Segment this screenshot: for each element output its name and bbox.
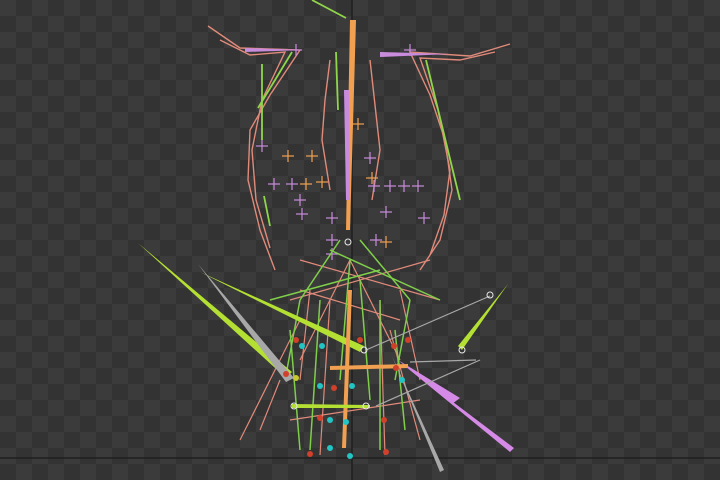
joint-dot-icon[interactable] [327, 417, 333, 423]
green-bone[interactable] [335, 51, 339, 111]
body-bone[interactable] [299, 289, 311, 381]
green-bone[interactable] [311, 0, 347, 19]
lime-bone-hip[interactable] [292, 404, 370, 408]
joint-dot-icon[interactable] [319, 343, 325, 349]
joint-dot-icon[interactable] [405, 337, 411, 343]
crosshair-icon[interactable] [398, 180, 410, 192]
head-bone-crown[interactable] [321, 59, 331, 191]
joint-dot-icon[interactable] [299, 343, 305, 349]
joint-dot-icon[interactable] [347, 453, 353, 459]
crosshair-icon[interactable] [268, 178, 280, 190]
limb-bone[interactable] [269, 269, 381, 301]
limb-bone[interactable] [289, 329, 301, 451]
crosshair-icon[interactable] [326, 234, 338, 246]
joint-dot-icon[interactable] [327, 445, 333, 451]
joint-dot-icon[interactable] [317, 383, 323, 389]
crosshair-icon[interactable] [290, 44, 302, 56]
green-bone[interactable] [257, 51, 293, 109]
joint-dot-icon[interactable] [383, 449, 389, 455]
grey-bone-horizontal[interactable] [409, 359, 477, 363]
joint-dot-icon[interactable] [381, 417, 387, 423]
joint-dot-icon[interactable] [399, 377, 405, 383]
crosshair-icon[interactable] [370, 234, 382, 246]
body-bone[interactable] [319, 299, 331, 456]
crosshair-icon[interactable] [384, 180, 396, 192]
joint-dot-icon[interactable] [307, 451, 313, 457]
animation-viewport[interactable] [0, 0, 720, 480]
grey-bone-arm[interactable] [365, 295, 491, 351]
joint-dot-icon[interactable] [293, 337, 299, 343]
crosshair-icon[interactable] [380, 206, 392, 218]
green-bone[interactable] [263, 195, 271, 227]
joint-dot-icon[interactable] [283, 371, 289, 377]
violet-bones[interactable] [245, 20, 450, 230]
joint-dot-icon[interactable] [293, 375, 299, 381]
crosshair-icon[interactable] [306, 150, 318, 162]
crosshair-icon[interactable] [296, 208, 308, 220]
green-bone[interactable] [425, 59, 461, 201]
body-bone[interactable] [259, 379, 281, 431]
crosshair-icon[interactable] [352, 118, 364, 130]
head-bone-right-top[interactable] [408, 43, 511, 271]
rig-canvas[interactable] [0, 0, 720, 480]
crosshair-icon[interactable] [300, 178, 312, 190]
joint-dot-icon[interactable] [357, 337, 363, 343]
joint-dot-icon[interactable] [486, 291, 494, 299]
head-bones[interactable] [207, 25, 511, 271]
limb-bone[interactable] [359, 239, 411, 301]
crosshair-icon[interactable] [256, 140, 268, 152]
joint-dot-icon[interactable] [344, 238, 352, 246]
crosshair-icon[interactable] [368, 180, 380, 192]
crosshair-icon[interactable] [412, 180, 424, 192]
joint-dot-icon[interactable] [393, 365, 399, 371]
joint-dot-icon[interactable] [349, 383, 355, 389]
joint-dot-icon[interactable] [331, 385, 337, 391]
head-green-bones[interactable] [257, 0, 461, 227]
joint-dot-icon[interactable] [343, 419, 349, 425]
grey-bone-left[interactable] [198, 264, 294, 382]
crosshair-icon[interactable] [418, 212, 430, 224]
crosshair-icon[interactable] [286, 178, 298, 190]
crosshair-icon[interactable] [316, 176, 328, 188]
lime-bone-right[interactable] [458, 284, 508, 350]
joint-dot-icon[interactable] [391, 343, 397, 349]
body-bone[interactable] [299, 259, 441, 301]
crosshair-icon[interactable] [326, 212, 338, 224]
crosshair-icon[interactable] [294, 194, 306, 206]
violet-spine[interactable] [344, 90, 350, 200]
crosshair-icon[interactable] [380, 236, 392, 248]
joint-dot-icon[interactable] [317, 415, 323, 421]
crosshair-icon[interactable] [364, 152, 376, 164]
body-bone[interactable] [289, 399, 421, 421]
head-bone-left-inner[interactable] [219, 39, 287, 249]
lime-bone-mid[interactable] [200, 272, 364, 352]
crosshair-icon[interactable] [282, 150, 294, 162]
limb-bone[interactable] [329, 249, 441, 301]
